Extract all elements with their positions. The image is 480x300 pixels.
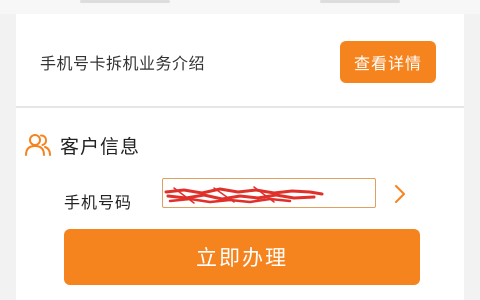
phone-number-row: 手机号码 [16, 178, 464, 222]
top-strip [0, 0, 480, 14]
phone-number-input[interactable] [162, 178, 376, 208]
apply-now-button[interactable]: 立即办理 [64, 229, 420, 285]
customer-info-header: 客户信息 [24, 130, 140, 160]
divider [16, 106, 464, 108]
app-screen: 手机号卡拆机业务介绍 查看详情 客户信息 手机号码 立即办理 [0, 0, 480, 300]
view-details-button[interactable]: 查看详情 [340, 41, 436, 83]
cropped-header-fragment [80, 0, 170, 3]
users-icon [24, 131, 52, 159]
form-card: 手机号卡拆机业务介绍 查看详情 客户信息 手机号码 立即办理 [16, 14, 464, 300]
cropped-header-fragment [320, 0, 400, 3]
service-info-row: 手机号卡拆机业务介绍 查看详情 [16, 14, 464, 106]
section-title: 客户信息 [60, 135, 141, 158]
phone-number-label: 手机号码 [64, 193, 133, 212]
chevron-right-icon[interactable] [390, 180, 410, 208]
service-intro-text: 手机号卡拆机业务介绍 [40, 54, 206, 73]
